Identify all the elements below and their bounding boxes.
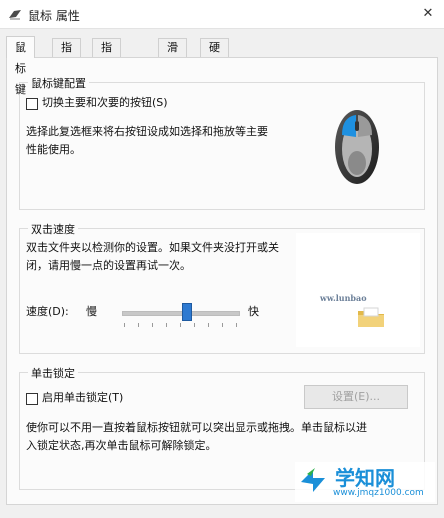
test-folder-icon[interactable] bbox=[356, 305, 386, 329]
window-title: 鼠标 属性 bbox=[28, 9, 80, 23]
tab-pointer-options[interactable]: 指针选项 bbox=[92, 38, 121, 108]
speed-label: 速度(D): bbox=[26, 305, 69, 318]
swap-description-line1: 选择此复选框来将右按钮设成如选择和拖放等主要 bbox=[26, 125, 268, 138]
button-config-group: 鼠标键配置 切换主要和次要的按钮(S) 选择此复选框来将右按钮设成如选择和拖放等… bbox=[19, 75, 425, 210]
tab-buttons[interactable]: 鼠标键 bbox=[6, 36, 35, 96]
tab-hardware[interactable]: 硬件 bbox=[200, 38, 229, 72]
swap-buttons-label[interactable]: 切换主要和次要的按钮(S) bbox=[42, 94, 168, 112]
title-bar: 鼠标 属性 ✕ bbox=[0, 0, 444, 29]
watermark-url: www.jmqz1000.com bbox=[333, 488, 424, 498]
double-click-group: 双击速度 双击文件夹以检测你的设置。如果文件夹没打开或关 闭，请用慢一点的设置再… bbox=[19, 221, 425, 354]
close-button[interactable]: ✕ bbox=[418, 4, 438, 24]
click-lock-settings-button[interactable]: 设置(E)... bbox=[304, 385, 408, 409]
click-lock-checkbox[interactable] bbox=[26, 393, 38, 405]
slow-label: 慢 bbox=[86, 305, 97, 318]
tab-pointers[interactable]: 指针 bbox=[52, 38, 81, 72]
watermark: 学知网 www.jmqz1000.com bbox=[295, 462, 435, 502]
click-lock-title: 单击锁定 bbox=[28, 365, 78, 381]
mouse-properties-icon bbox=[9, 10, 21, 20]
double-click-test-area[interactable]: ww.lunbao bbox=[296, 233, 420, 347]
swap-description-line2: 性能使用。 bbox=[26, 143, 81, 156]
swap-buttons-checkbox[interactable] bbox=[26, 98, 38, 110]
tab-panel: 鼠标键配置 切换主要和次要的按钮(S) 选择此复选框来将右按钮设成如选择和拖放等… bbox=[6, 57, 438, 505]
double-click-title: 双击速度 bbox=[28, 221, 78, 237]
speed-slider-thumb[interactable] bbox=[181, 303, 192, 321]
double-click-description-line1: 双击文件夹以检测你的设置。如果文件夹没打开或关 bbox=[26, 241, 279, 254]
click-lock-description-line2: 入锁定状态,再次单击鼠标可解除锁定。 bbox=[26, 439, 217, 452]
button-config-title: 鼠标键配置 bbox=[28, 75, 89, 91]
watermark-logo-icon bbox=[301, 468, 325, 492]
double-click-description-line2: 闭，请用慢一点的设置再试一次。 bbox=[26, 259, 191, 272]
mouse-illustration-icon bbox=[335, 110, 379, 184]
fast-label: 快 bbox=[248, 305, 259, 318]
click-lock-label[interactable]: 启用单击锁定(T) bbox=[42, 389, 123, 407]
tab-wheel[interactable]: 滑轮 bbox=[158, 38, 187, 72]
test-area-text: ww.lunbao bbox=[320, 293, 367, 303]
watermark-brand: 学知网 bbox=[335, 466, 395, 490]
click-lock-description-line1: 使你可以不用一直按着鼠标按钮就可以突出显示或拖拽。单击鼠标以进 bbox=[26, 421, 367, 434]
